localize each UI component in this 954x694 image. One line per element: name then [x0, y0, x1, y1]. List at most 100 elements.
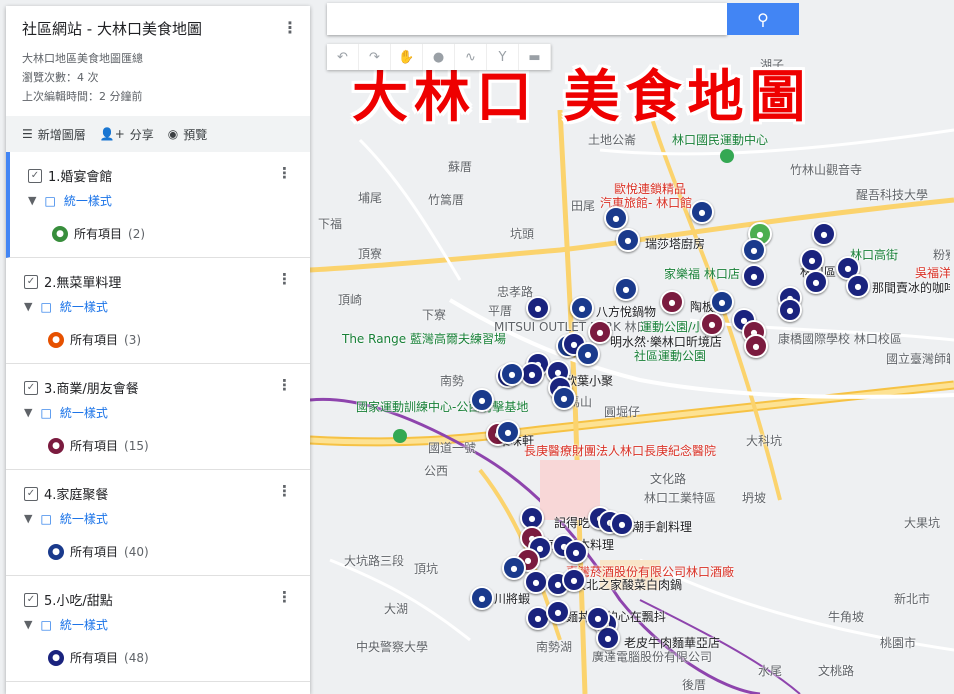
layer-style-row[interactable]: ▼ □ 統一樣式 — [24, 510, 108, 527]
redo-icon[interactable]: ↷ — [359, 44, 391, 70]
restaurant-marker-icon[interactable]: ● — [470, 388, 494, 412]
map-place-label[interactable]: 頂坑 — [414, 560, 438, 577]
layer-items-row[interactable]: ● 所有項目 (40) — [48, 543, 149, 560]
restaurant-marker-icon[interactable]: ● — [470, 586, 494, 610]
restaurant-marker-icon[interactable]: ● — [588, 320, 612, 344]
layer-style-row[interactable]: ▼ □ 統一樣式 — [24, 616, 108, 633]
layer-name[interactable]: 5.小吃/甜點 — [44, 590, 113, 609]
map-place-label[interactable]: 中央警察大學 — [356, 638, 428, 655]
layer-options-icon[interactable]: ⋮ — [277, 482, 292, 500]
map-place-label[interactable]: 林口國民運動中心 — [672, 131, 768, 148]
restaurant-marker-icon[interactable]: ● — [812, 222, 836, 246]
layer-checkbox[interactable]: ✓ — [24, 380, 38, 395]
search-input[interactable] — [327, 3, 727, 35]
map-place-label[interactable]: 桃園市 — [880, 634, 916, 651]
map-place-label[interactable]: 埔尾 — [358, 189, 382, 206]
map-place-label[interactable]: 大坑路三段 — [344, 552, 404, 569]
map-place-label[interactable]: 平厝 — [488, 302, 512, 319]
restaurant-marker-icon[interactable]: ● — [690, 200, 714, 224]
layer-name[interactable]: 3.商業/朋友會餐 — [44, 378, 139, 397]
layer-item[interactable]: ✓ 1.婚宴會館 ⋮ ▼ □ 統一樣式 ● 所有項目 (2) — [6, 152, 310, 258]
restaurant-marker-icon[interactable]: ● — [744, 334, 768, 358]
restaurant-marker-icon[interactable]: ● — [500, 362, 524, 386]
layer-items-row[interactable]: ● 所有項目 (48) — [48, 649, 149, 666]
restaurant-marker-icon[interactable]: ● — [502, 556, 526, 580]
chevron-down-icon[interactable]: ▼ — [24, 512, 32, 525]
chevron-down-icon[interactable]: ▼ — [24, 618, 32, 631]
restaurant-marker-icon[interactable]: ● — [552, 386, 576, 410]
map-place-label[interactable]: 家樂福 林口店 — [664, 265, 740, 282]
restaurant-marker-icon[interactable]: ● — [562, 568, 586, 592]
layer-item[interactable]: ✓ 2.無菜單料理 ⋮ ▼ □ 統一樣式 ● 所有項目 (3) — [6, 258, 310, 364]
layer-options-icon[interactable]: ⋮ — [277, 376, 292, 394]
map-place-label[interactable]: 坍坡 — [742, 489, 766, 506]
map-place-label[interactable]: 國家運動訓練中心-公西射擊基地 — [356, 398, 528, 415]
map-place-label[interactable]: 醒吾科技大學 — [856, 186, 928, 203]
map-place-label[interactable]: 後厝 — [682, 676, 706, 693]
restaurant-marker-icon[interactable]: ● — [604, 206, 628, 230]
marker-icon[interactable]: ● — [423, 44, 455, 70]
layer-items-row[interactable]: ● 所有項目 (15) — [48, 437, 149, 454]
restaurant-marker-icon[interactable]: ● — [660, 290, 684, 314]
map-place-label[interactable]: 國道一號 — [428, 439, 476, 456]
restaurant-marker-icon[interactable]: ● — [700, 312, 724, 336]
map-place-label[interactable]: 欣葉小聚 — [565, 372, 613, 389]
map-place-label[interactable]: 文桃路 — [818, 662, 854, 679]
restaurant-marker-icon[interactable]: ● — [710, 290, 734, 314]
line-icon[interactable]: ∿ — [455, 44, 487, 70]
restaurant-marker-icon[interactable]: ● — [616, 228, 640, 252]
restaurant-marker-icon[interactable]: ● — [804, 270, 828, 294]
chevron-down-icon[interactable]: ▼ — [24, 406, 32, 419]
search-button[interactable]: ⚲ — [727, 3, 799, 35]
map-place-label[interactable]: 頂寮 — [358, 245, 382, 262]
map-place-label[interactable]: The Range 藍灣高爾夫練習場 — [342, 330, 506, 347]
map-place-label[interactable]: 下寮 — [422, 306, 446, 323]
map-place-label[interactable]: 竹篙厝 — [428, 191, 464, 208]
map-place-label[interactable]: 南勢湖 — [536, 638, 572, 655]
map-place-label[interactable]: 頂崎 — [338, 291, 362, 308]
map-place-label[interactable]: 那間賣冰的咖啡 — [872, 279, 950, 296]
map-place-label[interactable]: 粉寮 — [933, 246, 950, 263]
restaurant-marker-icon[interactable]: ● — [800, 248, 824, 272]
map-place-label[interactable]: 土地公崙 — [588, 131, 636, 148]
map-place-label[interactable]: 田尾 — [571, 197, 595, 214]
chevron-down-icon[interactable]: ▼ — [24, 300, 32, 313]
map-place-label[interactable]: 康橋國際學校 林口校區 — [778, 330, 902, 347]
map-place-label[interactable]: 大科坑 — [746, 432, 782, 449]
restaurant-marker-icon[interactable]: ● — [846, 274, 870, 298]
restaurant-marker-icon[interactable]: ● — [564, 540, 588, 564]
map-place-label[interactable]: 圓堀仔 — [604, 403, 640, 420]
restaurant-marker-icon[interactable]: ● — [586, 606, 610, 630]
layer-items-row[interactable]: ● 所有項目 (2) — [52, 225, 145, 242]
restaurant-marker-icon[interactable]: ● — [524, 570, 548, 594]
restaurant-marker-icon[interactable]: ● — [614, 277, 638, 301]
map-place-label[interactable]: 下福 — [318, 215, 342, 232]
layer-style-row[interactable]: ▼ □ 統一樣式 — [28, 192, 112, 209]
layer-checkbox[interactable]: ✓ — [24, 274, 38, 289]
layer-item[interactable]: ✓ 4.家庭聚餐 ⋮ ▼ □ 統一樣式 ● 所有項目 (40) — [6, 470, 310, 576]
layer-checkbox[interactable]: ✓ — [28, 168, 42, 183]
layer-options-icon[interactable]: ⋮ — [277, 164, 292, 182]
restaurant-marker-icon[interactable]: ● — [610, 512, 634, 536]
map-place-label[interactable]: 東北之家酸菜白肉鍋 — [574, 576, 682, 593]
map-place-label[interactable]: 牛角坡 — [828, 608, 864, 625]
map-place-label[interactable]: 坑頭 — [510, 225, 534, 242]
layer-style-row[interactable]: ▼ □ 統一樣式 — [24, 298, 108, 315]
restaurant-marker-icon[interactable]: ● — [742, 238, 766, 262]
restaurant-marker-icon[interactable]: ● — [778, 298, 802, 322]
layer-items-row[interactable]: ● 所有項目 (3) — [48, 331, 141, 348]
map-place-label[interactable]: 長庚醫療財團法人林口長庚紀念醫院 — [524, 442, 716, 459]
restaurant-marker-icon[interactable]: ● — [742, 264, 766, 288]
map-place-label[interactable]: 林口工業特區 — [644, 489, 716, 506]
restaurant-marker-icon[interactable]: ● — [526, 296, 550, 320]
layer-style-row[interactable]: ▼ □ 統一樣式 — [24, 404, 108, 421]
restaurant-marker-icon[interactable]: ● — [570, 296, 594, 320]
layer-item[interactable]: ✓ 5.小吃/甜點 ⋮ ▼ □ 統一樣式 ● 所有項目 (48) — [6, 576, 310, 682]
map-place-label[interactable]: 蘇厝 — [448, 158, 472, 175]
map-place-label[interactable]: 水尾 — [758, 662, 782, 679]
layer-item[interactable]: ✓ 3.商業/朋友會餐 ⋮ ▼ □ 統一樣式 ● 所有項目 (15) — [6, 364, 310, 470]
undo-icon[interactable]: ↶ — [327, 44, 359, 70]
layer-options-icon[interactable]: ⋮ — [277, 270, 292, 288]
restaurant-marker-icon[interactable]: ● — [546, 600, 570, 624]
more-options-icon[interactable]: ⋮ — [282, 18, 298, 37]
